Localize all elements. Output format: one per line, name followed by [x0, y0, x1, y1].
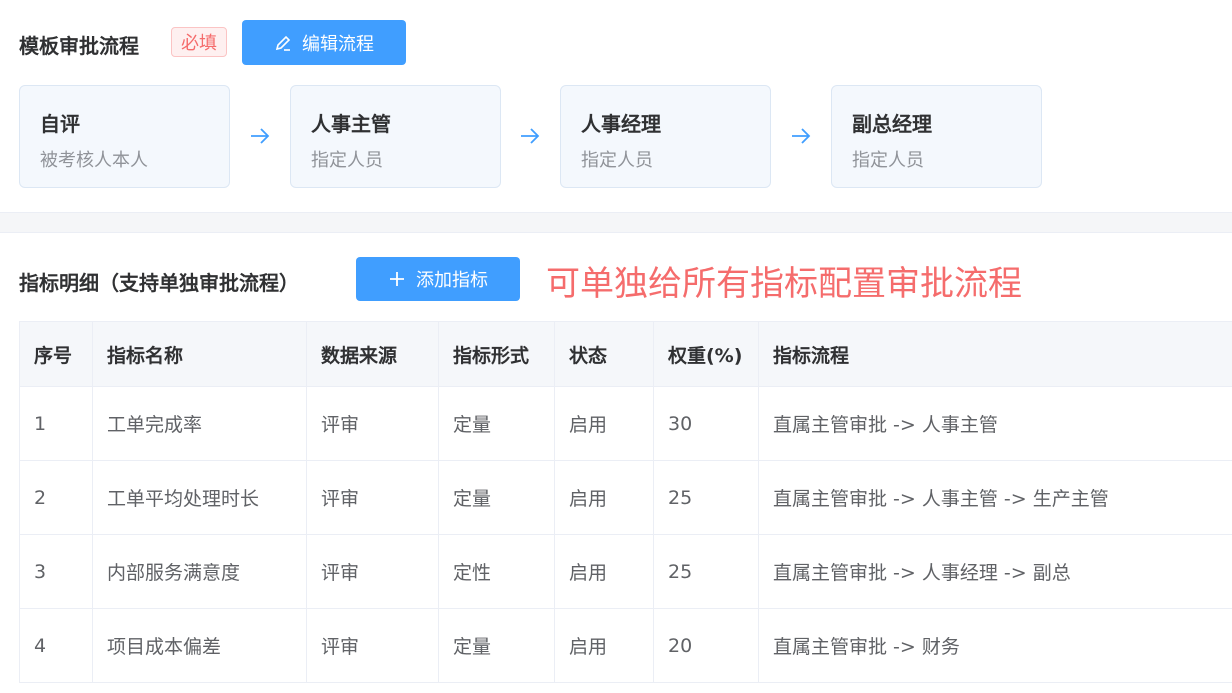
col-header-status: 状态 — [554, 321, 654, 387]
cell-source: 评审 — [306, 460, 439, 535]
template-flow-title: 模板审批流程 — [19, 34, 139, 58]
indicator-table: 序号 指标名称 数据来源 指标形式 状态 权重(%) 指标流程 1 工单完成率 … — [19, 321, 1232, 683]
cell-status: 启用 — [554, 460, 654, 535]
arrow-right-icon — [521, 128, 540, 144]
flow-step-title: 人事经理 — [581, 112, 661, 136]
required-badge: 必填 — [171, 27, 227, 57]
edit-flow-label: 编辑流程 — [302, 33, 374, 55]
flow-step-title: 人事主管 — [311, 112, 391, 136]
cell-name: 工单平均处理时长 — [92, 460, 307, 535]
pencil-icon — [274, 34, 292, 52]
cell-form: 定量 — [438, 386, 555, 461]
cell-source: 评审 — [306, 608, 439, 683]
cell-name: 项目成本偏差 — [92, 608, 307, 683]
cell-form: 定量 — [438, 460, 555, 535]
cell-index: 1 — [19, 386, 93, 461]
add-indicator-button[interactable]: 添加指标 — [356, 257, 520, 301]
table-row[interactable]: 1 工单完成率 评审 定量 启用 30 直属主管审批 -> 人事主管 — [19, 386, 1232, 461]
table-row[interactable]: 4 项目成本偏差 评审 定量 启用 20 直属主管审批 -> 财务 — [19, 608, 1232, 683]
flow-step-subtitle: 指定人员 — [581, 150, 653, 171]
template-flow-section: 模板审批流程 必填 编辑流程 自评 被考核人本人 人事主管 指定人员 人事经理 … — [0, 0, 1232, 212]
col-header-source: 数据来源 — [306, 321, 439, 387]
flow-step-title: 副总经理 — [852, 112, 932, 136]
col-header-index: 序号 — [19, 321, 93, 387]
add-indicator-label: 添加指标 — [416, 270, 488, 291]
table-row[interactable]: 2 工单平均处理时长 评审 定量 启用 25 直属主管审批 -> 人事主管 ->… — [19, 460, 1232, 535]
col-header-name: 指标名称 — [92, 321, 307, 387]
flow-step-4: 副总经理 指定人员 — [831, 85, 1042, 188]
cell-flow: 直属主管审批 -> 人事经理 -> 副总 — [758, 534, 1232, 609]
flow-step-3: 人事经理 指定人员 — [560, 85, 771, 188]
cell-flow: 直属主管审批 -> 人事主管 -> 生产主管 — [758, 460, 1232, 535]
cell-status: 启用 — [554, 608, 654, 683]
col-header-form: 指标形式 — [438, 321, 555, 387]
cell-weight: 25 — [653, 534, 759, 609]
cell-source: 评审 — [306, 386, 439, 461]
cell-flow: 直属主管审批 -> 人事主管 — [758, 386, 1232, 461]
cell-name: 工单完成率 — [92, 386, 307, 461]
flow-step-title: 自评 — [40, 112, 80, 136]
flow-step-subtitle: 指定人员 — [852, 150, 924, 171]
cell-index: 3 — [19, 534, 93, 609]
flow-step-subtitle: 指定人员 — [311, 150, 383, 171]
cell-index: 2 — [19, 460, 93, 535]
cell-weight: 25 — [653, 460, 759, 535]
section-divider — [0, 212, 1232, 233]
flow-step-subtitle: 被考核人本人 — [40, 150, 148, 171]
cell-form: 定量 — [438, 608, 555, 683]
cell-status: 启用 — [554, 534, 654, 609]
cell-weight: 20 — [653, 608, 759, 683]
cell-index: 4 — [19, 608, 93, 683]
cell-weight: 30 — [653, 386, 759, 461]
table-row[interactable]: 3 内部服务满意度 评审 定性 启用 25 直属主管审批 -> 人事经理 -> … — [19, 534, 1232, 609]
flow-step-1: 自评 被考核人本人 — [19, 85, 230, 188]
cell-flow: 直属主管审批 -> 财务 — [758, 608, 1232, 683]
plus-icon — [388, 270, 406, 288]
col-header-flow: 指标流程 — [758, 321, 1232, 387]
per-indicator-flow-note: 可单独给所有指标配置审批流程 — [546, 264, 1022, 304]
edit-flow-button[interactable]: 编辑流程 — [242, 20, 406, 65]
flow-step-2: 人事主管 指定人员 — [290, 85, 501, 188]
cell-status: 启用 — [554, 386, 654, 461]
indicator-detail-title: 指标明细（支持单独审批流程） — [19, 271, 299, 295]
arrow-right-icon — [792, 128, 811, 144]
col-header-weight: 权重(%) — [653, 321, 759, 387]
table-header-row: 序号 指标名称 数据来源 指标形式 状态 权重(%) 指标流程 — [19, 321, 1232, 387]
cell-name: 内部服务满意度 — [92, 534, 307, 609]
cell-form: 定性 — [438, 534, 555, 609]
cell-source: 评审 — [306, 534, 439, 609]
arrow-right-icon — [251, 128, 270, 144]
